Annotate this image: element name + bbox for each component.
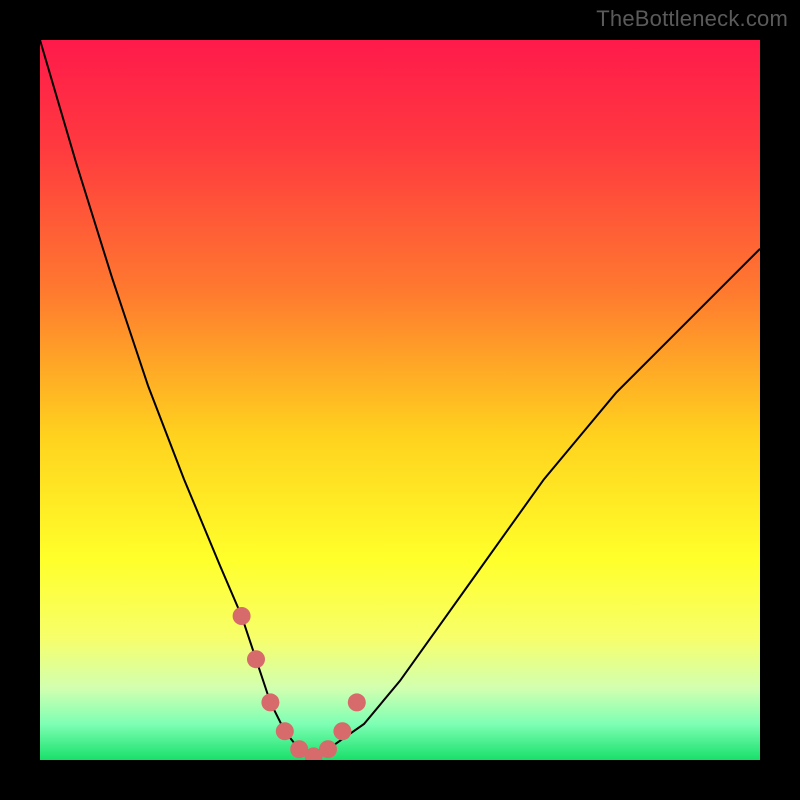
- highlight-dot: [333, 722, 351, 740]
- highlight-dot: [233, 607, 251, 625]
- plot-area: [40, 40, 760, 760]
- curve-layer: [40, 40, 760, 760]
- highlight-dot: [348, 693, 366, 711]
- bottleneck-curve: [40, 40, 760, 756]
- optimal-zone-highlight: [233, 607, 366, 760]
- highlight-dot: [247, 650, 265, 668]
- highlight-dot: [276, 722, 294, 740]
- attribution-text: TheBottleneck.com: [596, 6, 788, 32]
- chart-frame: TheBottleneck.com: [0, 0, 800, 800]
- highlight-dot: [261, 693, 279, 711]
- highlight-dot: [319, 740, 337, 758]
